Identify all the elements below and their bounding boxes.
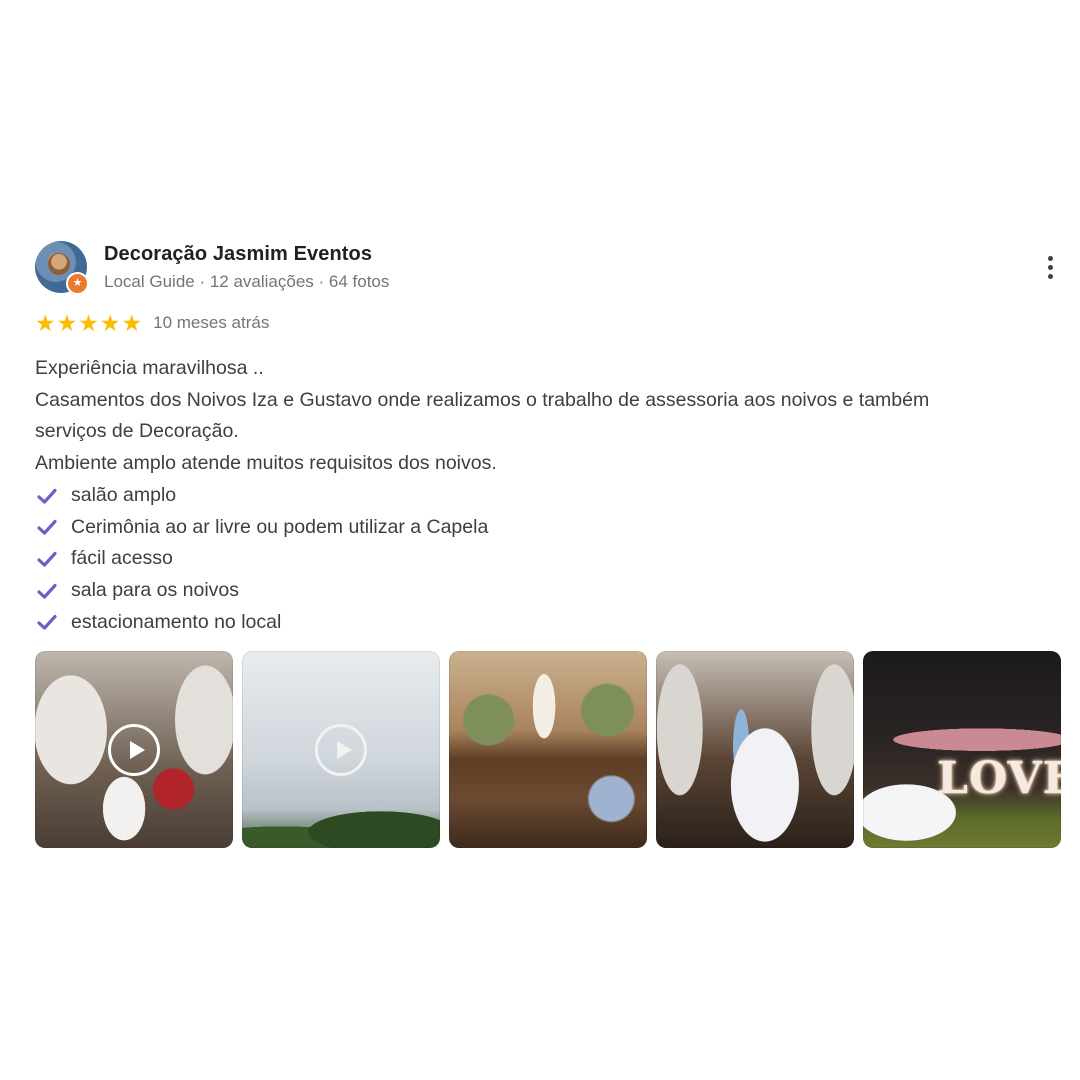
review-video-2[interactable] [242, 651, 440, 848]
more-options-button[interactable] [1038, 249, 1062, 285]
checklist-item-label: fácil acesso [71, 547, 173, 570]
review-photo-4[interactable] [656, 651, 854, 848]
review-photo-5[interactable]: LOVE [863, 651, 1061, 848]
review-line: Experiência maravilhosa .. [35, 357, 264, 379]
star-icon: ★ [99, 309, 121, 336]
check-icon [37, 520, 57, 535]
star-icon: ★ [78, 309, 99, 336]
play-icon [315, 723, 367, 776]
love-letters-sign: LOVE [937, 753, 1061, 804]
play-icon [108, 723, 160, 776]
avatar-photo [48, 253, 70, 275]
star-icon: ★ [56, 309, 78, 336]
checklist: salão amplo Cerimônia ao ar livre ou pode… [35, 480, 1062, 639]
checklist-item-label: sala para os noivos [71, 578, 240, 601]
check-icon [37, 551, 57, 567]
author-meta[interactable]: Local Guide · 12 avaliações · 64 fotos [104, 272, 389, 292]
author-name[interactable]: Decoração Jasmim Eventos [104, 243, 372, 266]
author-avatar[interactable]: ★ [35, 241, 89, 295]
check-icon [37, 488, 57, 504]
review-video-1[interactable] [35, 651, 233, 848]
checklist-item: Cerimônia ao ar livre ou podem utilizar … [35, 512, 1062, 544]
checklist-item: fácil acesso [35, 543, 1062, 575]
review-text: Experiência maravilhosa .. Casamentos do… [35, 353, 1062, 638]
local-guide-badge-icon: ★ [66, 272, 89, 295]
checklist-item-label: salão amplo [71, 483, 177, 506]
checklist-item: sala para os noivos [35, 575, 1062, 607]
more-vert-icon [1047, 255, 1053, 261]
review-line: Ambiente amplo atende muitos requisitos … [35, 452, 497, 475]
star-rating: ★ ★ ★ ★ ★ [35, 309, 143, 336]
star-icon: ★ [35, 309, 56, 336]
review-line: Casamentos dos Noivos Iza e Gustavo onde… [35, 388, 930, 411]
review-time: 10 meses atrás [153, 313, 270, 332]
star-icon: ★ [121, 309, 143, 336]
checklist-item-label: Cerimônia ao ar livre ou podem utilizar … [71, 515, 489, 538]
check-icon [37, 583, 57, 599]
review-line: serviços de Decoração. [35, 420, 239, 443]
checklist-item: salão amplo [35, 480, 1062, 512]
photo-strip: LOVE [35, 651, 1061, 848]
rating-row: ★ ★ ★ ★ ★ 10 meses atrás [35, 311, 269, 335]
check-icon [37, 615, 57, 631]
checklist-item: estacionamento no local [35, 607, 1062, 639]
review-photo-3[interactable] [449, 651, 647, 848]
checklist-item-label: estacionamento no local [71, 610, 282, 633]
